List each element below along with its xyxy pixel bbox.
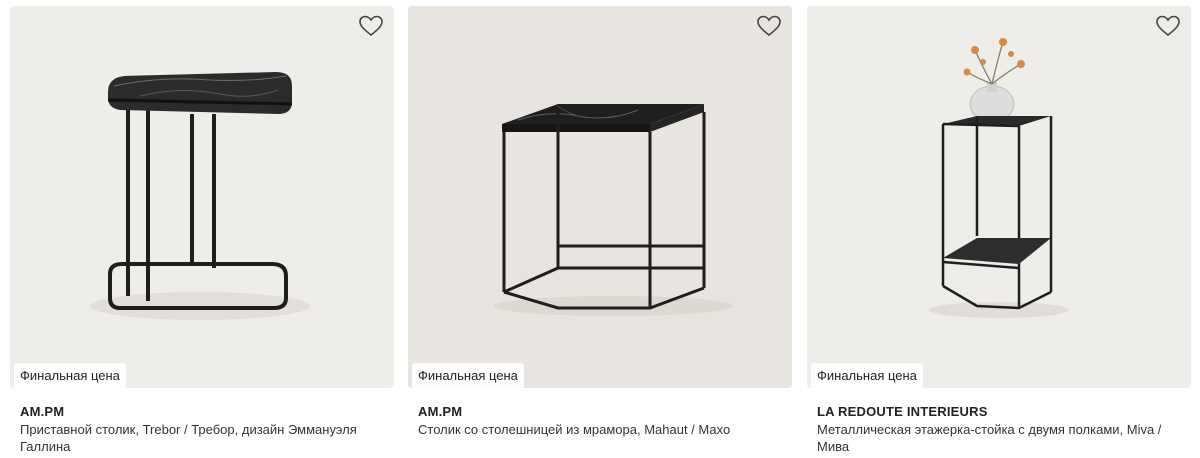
final-price-badge: Финальная цена	[412, 363, 524, 388]
product-title[interactable]: Металлическая этажерка-стойка с двумя по…	[817, 421, 1179, 455]
product-image[interactable]: Финальная цена	[10, 6, 394, 388]
final-price-badge: Финальная цена	[811, 363, 923, 388]
marble-cube-table-mahaut-image	[408, 6, 792, 388]
product-brand[interactable]: AM.PM	[20, 404, 64, 419]
heart-icon[interactable]	[756, 14, 782, 38]
product-image[interactable]: Финальная цена	[408, 6, 792, 388]
product-brand[interactable]: AM.PM	[418, 404, 462, 419]
product-image[interactable]: Финальная цена	[807, 6, 1191, 388]
product-grid: Финальная цена AM.PM Приставной столик, …	[0, 0, 1200, 458]
final-price-badge: Финальная цена	[14, 363, 126, 388]
product-title[interactable]: Приставной столик, Trebor / Требор, диза…	[20, 421, 382, 455]
product-brand[interactable]: LA REDOUTE INTERIEURS	[817, 404, 988, 419]
side-table-trebor-image	[10, 6, 394, 388]
heart-icon[interactable]	[1155, 14, 1181, 38]
product-card[interactable]: Финальная цена AM.PM Приставной столик, …	[10, 0, 394, 458]
product-card[interactable]: Финальная цена LA REDOUTE INTERIEURS Мет…	[807, 0, 1191, 458]
metal-shelf-stand-miva-image	[807, 6, 1191, 388]
product-title[interactable]: Столик со столешницей из мрамора, Mahaut…	[418, 421, 780, 438]
heart-icon[interactable]	[358, 14, 384, 38]
product-card[interactable]: Финальная цена AM.PM Столик со столешниц…	[408, 0, 792, 458]
